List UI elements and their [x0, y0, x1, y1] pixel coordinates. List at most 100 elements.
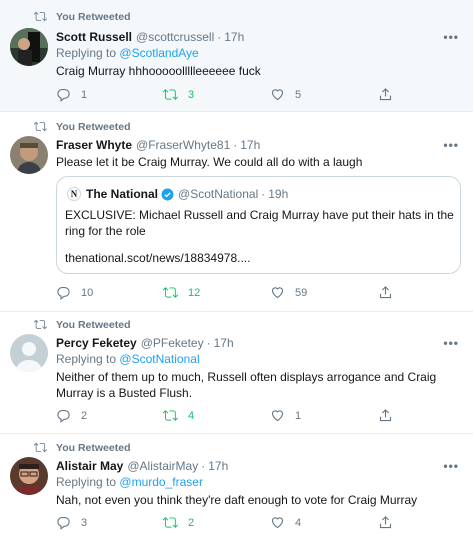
avatar[interactable] [10, 136, 48, 174]
reply-count: 1 [81, 88, 88, 101]
more-options-icon[interactable]: ••• [443, 336, 459, 350]
retweet-icon [163, 287, 178, 298]
author-name[interactable]: Scott Russell [56, 30, 132, 44]
tweet-text: Please let it be Craig Murray. We could … [56, 155, 363, 169]
retweet-icon [163, 517, 178, 528]
timestamp[interactable]: 17h [224, 30, 244, 44]
separator-dot: · [201, 459, 206, 473]
tweet-card[interactable]: You Retweeted Scott Russell @scottcrusse… [0, 0, 473, 112]
quoted-avatar: N [67, 187, 81, 201]
author-name[interactable]: Fraser Whyte [56, 138, 132, 152]
replying-to: Replying to @ScotlandAye [56, 46, 199, 60]
separator-dot: · [261, 187, 266, 201]
separator-dot: · [206, 336, 211, 350]
share-icon [379, 516, 392, 529]
avatar[interactable] [10, 457, 48, 495]
author-name[interactable]: Percy Feketey [56, 336, 137, 350]
replying-to-link[interactable]: @ScotNational [119, 352, 199, 366]
tweet-text: Nah, not even you think they're daft eno… [56, 493, 418, 507]
like-button[interactable]: 4 [270, 515, 301, 530]
share-button[interactable] [378, 515, 393, 530]
tweet-actions: 10 12 59 [56, 285, 456, 301]
more-options-icon[interactable]: ••• [443, 30, 459, 44]
quoted-tweet-link[interactable]: thenational.scot/news/18834978.... [65, 251, 250, 265]
heart-icon [271, 287, 284, 299]
retweet-indicator: You Retweeted [34, 120, 130, 133]
retweet-label: You Retweeted [56, 441, 131, 454]
retweet-count: 12 [188, 286, 201, 299]
replying-to: Replying to @murdo_fraser [56, 475, 203, 489]
like-button[interactable]: 59 [270, 285, 307, 300]
author-handle[interactable]: @FraserWhyte81 [136, 138, 230, 152]
tweet-text: Craig Murray hhhooooollllleeeeee fuck [56, 64, 261, 78]
heart-icon [271, 517, 284, 529]
tweet-header: Fraser Whyte @FraserWhyte81 · 17h [56, 138, 260, 152]
separator-dot: · [233, 138, 238, 152]
replying-to: Replying to @ScotNational [56, 352, 200, 366]
replying-to-label: Replying to [56, 475, 117, 489]
reply-button[interactable]: 10 [56, 285, 93, 300]
quoted-tweet-text: EXCLUSIVE: Michael Russell and Craig Mur… [65, 208, 454, 238]
heart-icon [271, 410, 284, 422]
retweet-button[interactable]: 4 [163, 408, 194, 423]
tweet-header: Percy Feketey @PFeketey · 17h [56, 336, 234, 350]
retweet-indicator: You Retweeted [34, 318, 130, 331]
share-button[interactable] [378, 87, 393, 102]
tweet-actions: 3 2 4 [56, 515, 456, 531]
share-button[interactable] [378, 408, 393, 423]
timestamp[interactable]: 17h [214, 336, 234, 350]
retweet-icon [34, 442, 47, 453]
retweet-label: You Retweeted [56, 120, 131, 133]
like-button[interactable]: 1 [270, 408, 301, 423]
timestamp[interactable]: 17h [240, 138, 260, 152]
like-count: 5 [295, 88, 302, 101]
like-button[interactable]: 5 [270, 87, 301, 102]
retweet-button[interactable]: 3 [163, 87, 194, 102]
tweet-card[interactable]: You Retweeted Fraser Whyte @FraserWhyte8… [0, 112, 473, 312]
share-icon [379, 88, 392, 101]
share-button[interactable] [378, 285, 393, 300]
more-options-icon[interactable]: ••• [443, 459, 459, 473]
like-count: 4 [295, 516, 302, 529]
reply-button[interactable]: 3 [56, 515, 87, 530]
reply-count: 10 [81, 286, 94, 299]
author-handle[interactable]: @scottcrussell [136, 30, 214, 44]
retweet-indicator: You Retweeted [34, 441, 130, 454]
reply-button[interactable]: 1 [56, 87, 87, 102]
reply-icon [57, 88, 70, 102]
quoted-timestamp: 19h [268, 187, 289, 201]
author-handle[interactable]: @PFeketey [141, 336, 204, 350]
retweet-label: You Retweeted [56, 318, 131, 331]
retweet-count: 4 [188, 409, 195, 422]
retweet-count: 3 [188, 88, 195, 101]
tweet-actions: 1 3 5 [56, 87, 456, 103]
timestamp[interactable]: 17h [208, 459, 228, 473]
replying-to-link[interactable]: @ScotlandAye [119, 46, 198, 60]
tweet-text: Neither of them up to much, Russell ofte… [56, 370, 437, 400]
replying-to-link[interactable]: @murdo_fraser [119, 475, 203, 489]
avatar[interactable] [10, 334, 48, 372]
replying-to-label: Replying to [56, 46, 117, 60]
tweet-card[interactable]: You Retweeted Percy Feketey @PFeketey · … [0, 312, 473, 434]
like-count: 59 [295, 286, 308, 299]
timeline-feed: You Retweeted Scott Russell @scottcrusse… [0, 0, 473, 540]
like-count: 1 [295, 409, 302, 422]
retweet-icon [163, 410, 178, 421]
share-icon [379, 286, 392, 299]
retweet-button[interactable]: 2 [163, 515, 194, 530]
author-handle[interactable]: @AlistairMay [127, 459, 198, 473]
author-name[interactable]: Alistair May [56, 459, 123, 473]
reply-button[interactable]: 2 [56, 408, 87, 423]
tweet-card[interactable]: You Retweeted Alistair May @AlistairMay … [0, 434, 473, 540]
avatar[interactable] [10, 28, 48, 66]
retweet-button[interactable]: 12 [163, 285, 200, 300]
separator-dot: · [217, 30, 222, 44]
quoted-author-name: The National [86, 187, 159, 201]
replying-to-label: Replying to [56, 352, 117, 366]
retweet-indicator: You Retweeted [34, 10, 130, 23]
verified-badge-icon [161, 188, 174, 200]
quoted-tweet[interactable]: N The National @ScotNational · 19h EXCLU… [56, 176, 461, 274]
tweet-header: Scott Russell @scottcrussell · 17h [56, 30, 244, 44]
more-options-icon[interactable]: ••• [443, 138, 459, 152]
retweet-count: 2 [188, 516, 195, 529]
